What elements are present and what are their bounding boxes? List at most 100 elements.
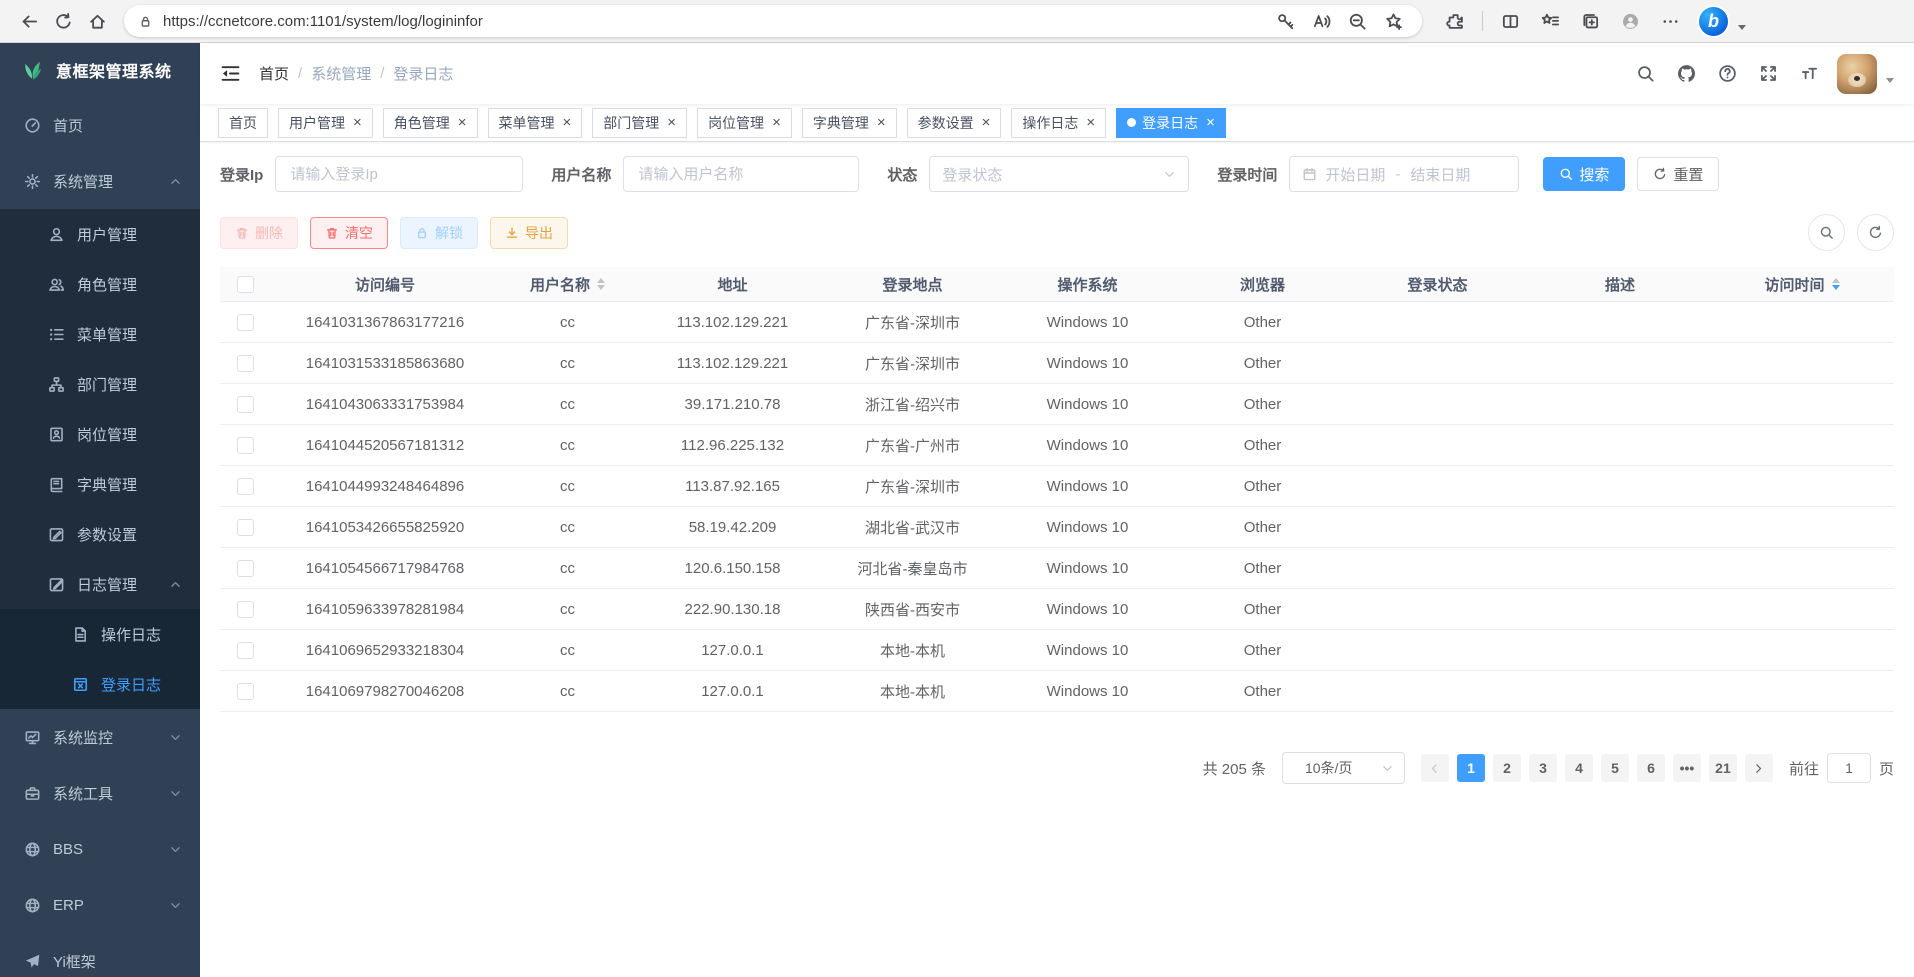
status-select[interactable]: 登录状态 — [929, 156, 1189, 192]
tab-用户管理[interactable]: 用户管理× — [278, 108, 373, 138]
sidebar-item-user-mgmt[interactable]: 用户管理 — [0, 209, 200, 259]
page-button-1[interactable]: 1 — [1457, 754, 1485, 782]
page-button-4[interactable]: 4 — [1565, 754, 1593, 782]
sidebar-item-system-mgmt[interactable]: 系统管理 — [0, 153, 200, 209]
start-date-placeholder[interactable]: 开始日期 — [1325, 164, 1385, 185]
tab-部门管理[interactable]: 部门管理× — [592, 108, 687, 138]
sidebar-item-home[interactable]: 首页 — [0, 97, 200, 153]
row-checkbox[interactable] — [237, 519, 254, 536]
sort-desc-icon[interactable] — [597, 285, 605, 290]
sort-carets-icon[interactable] — [597, 278, 605, 290]
page-button-5[interactable]: 5 — [1601, 754, 1629, 782]
column-header-2[interactable]: 用户名称 — [500, 274, 635, 295]
refresh-table-button[interactable] — [1857, 214, 1894, 251]
collections-button[interactable] — [1573, 4, 1607, 38]
sidebar-toggle-button[interactable] — [220, 63, 241, 84]
tab-参数设置[interactable]: 参数设置× — [907, 108, 1002, 138]
close-icon[interactable]: × — [772, 115, 781, 130]
close-icon[interactable]: × — [563, 115, 572, 130]
end-date-placeholder[interactable]: 结束日期 — [1410, 164, 1470, 185]
close-icon[interactable]: × — [1086, 115, 1095, 130]
close-icon[interactable]: × — [982, 115, 991, 130]
bing-chat-button[interactable]: b — [1699, 7, 1728, 36]
sort-asc-icon[interactable] — [1832, 278, 1840, 283]
sidebar-item-erp[interactable]: ERP — [0, 877, 200, 933]
app-logo[interactable]: 意框架管理系统 — [0, 43, 200, 97]
date-range-picker[interactable]: 开始日期 - 结束日期 — [1289, 156, 1519, 192]
reset-button[interactable]: 重置 — [1637, 157, 1719, 191]
tab-角色管理[interactable]: 角色管理× — [383, 108, 478, 138]
tab-字典管理[interactable]: 字典管理× — [802, 108, 897, 138]
delete-button[interactable]: 删除 — [220, 217, 298, 249]
toggle-search-button[interactable] — [1808, 214, 1845, 251]
row-checkbox[interactable] — [237, 396, 254, 413]
breadcrumb-item[interactable]: 系统管理 — [311, 63, 371, 84]
url-text[interactable]: https://ccnetcore.com:1101/system/log/lo… — [163, 13, 1270, 30]
sidebar-item-post-mgmt[interactable]: 岗位管理 — [0, 409, 200, 459]
page-size-select[interactable]: 10条/页 — [1282, 752, 1405, 784]
login-ip-field[interactable] — [275, 156, 523, 192]
sort-carets-icon[interactable] — [1832, 278, 1840, 290]
close-icon[interactable]: × — [353, 115, 362, 130]
avatar-caret-icon[interactable] — [1886, 78, 1894, 83]
column-header-9[interactable]: 访问时间 — [1710, 274, 1894, 295]
browser-refresh-button[interactable] — [46, 4, 80, 38]
user-name-field[interactable] — [623, 156, 859, 192]
export-button[interactable]: 导出 — [490, 217, 568, 249]
sort-desc-icon[interactable] — [1832, 285, 1840, 290]
browser-back-button[interactable] — [12, 4, 46, 38]
sidebar-item-yi-framework[interactable]: Yi框架 — [0, 933, 200, 977]
breadcrumb-item[interactable]: 登录日志 — [393, 63, 453, 84]
clear-button[interactable]: 清空 — [310, 217, 388, 249]
sidebar-item-role-mgmt[interactable]: 角色管理 — [0, 259, 200, 309]
row-checkbox[interactable] — [237, 478, 254, 495]
zoom-out-button[interactable] — [1342, 6, 1372, 36]
row-checkbox[interactable] — [237, 355, 254, 372]
tab-操作日志[interactable]: 操作日志× — [1011, 108, 1106, 138]
close-icon[interactable]: × — [1206, 115, 1215, 130]
read-aloud-button[interactable] — [1306, 6, 1336, 36]
goto-page-input[interactable] — [1827, 753, 1871, 783]
close-icon[interactable]: × — [877, 115, 886, 130]
row-checkbox[interactable] — [237, 683, 254, 700]
browser-profile-button[interactable] — [1613, 4, 1647, 38]
page-button-6[interactable]: 6 — [1637, 754, 1665, 782]
sidebar-item-system-monitor[interactable]: 系统监控 — [0, 709, 200, 765]
user-name-input[interactable] — [636, 165, 846, 184]
sort-asc-icon[interactable] — [597, 278, 605, 283]
sidebar-item-operation-log[interactable]: 操作日志 — [0, 609, 200, 659]
close-icon[interactable]: × — [667, 115, 676, 130]
page-button-2[interactable]: 2 — [1493, 754, 1521, 782]
tab-登录日志[interactable]: 登录日志× — [1116, 108, 1226, 138]
user-avatar[interactable] — [1837, 54, 1877, 94]
login-ip-input[interactable] — [288, 165, 510, 184]
row-checkbox[interactable] — [237, 642, 254, 659]
extensions-button[interactable] — [1438, 4, 1472, 38]
row-checkbox[interactable] — [237, 560, 254, 577]
search-button[interactable]: 搜索 — [1543, 157, 1625, 191]
browser-menu-button[interactable] — [1653, 4, 1687, 38]
sidebar-item-param-settings[interactable]: 参数设置 — [0, 509, 200, 559]
row-checkbox[interactable] — [237, 314, 254, 331]
favorites-button[interactable] — [1533, 4, 1567, 38]
tab-岗位管理[interactable]: 岗位管理× — [697, 108, 792, 138]
close-icon[interactable]: × — [458, 115, 467, 130]
sidebar-item-log-mgmt[interactable]: 日志管理 — [0, 559, 200, 609]
tab-首页[interactable]: 首页 — [218, 108, 268, 138]
font-size-button[interactable] — [1796, 61, 1822, 87]
browser-home-button[interactable] — [80, 4, 114, 38]
github-link[interactable] — [1673, 61, 1699, 87]
tab-菜单管理[interactable]: 菜单管理× — [488, 108, 583, 138]
prev-page-button[interactable] — [1421, 754, 1449, 782]
password-key-button[interactable] — [1270, 6, 1300, 36]
sidebar-item-dict-mgmt[interactable]: 字典管理 — [0, 459, 200, 509]
header-search-button[interactable] — [1632, 61, 1658, 87]
next-page-button[interactable] — [1745, 754, 1773, 782]
page-button-3[interactable]: 3 — [1529, 754, 1557, 782]
help-button[interactable] — [1714, 61, 1740, 87]
sidebar-item-menu-mgmt[interactable]: 菜单管理 — [0, 309, 200, 359]
breadcrumb-item[interactable]: 首页 — [259, 63, 289, 84]
sidebar-item-login-log[interactable]: 登录日志 — [0, 659, 200, 709]
sidebar-item-bbs[interactable]: BBS — [0, 821, 200, 877]
unlock-button[interactable]: 解锁 — [400, 217, 478, 249]
